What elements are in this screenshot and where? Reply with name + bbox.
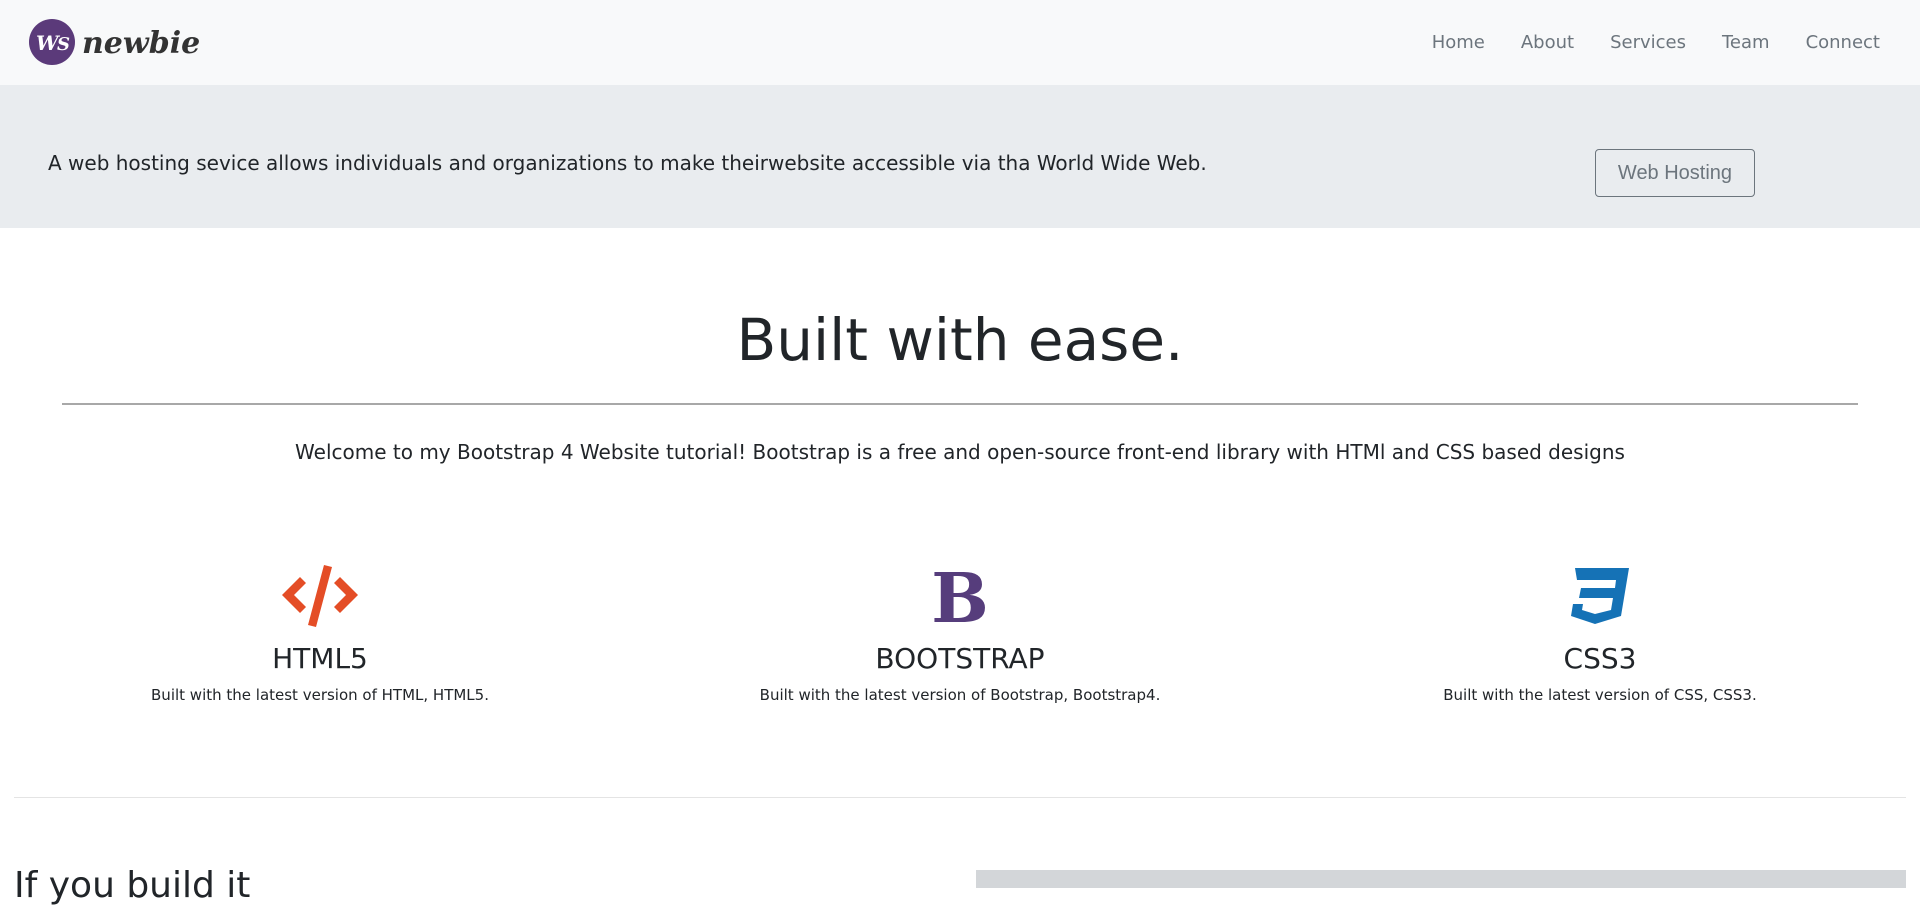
intro-lead: Welcome to my Bootstrap 4 Website tutori… — [295, 440, 1625, 464]
next-section-heading: If you build it — [14, 865, 251, 906]
divider — [62, 403, 1858, 405]
bootstrap-icon: B — [650, 560, 1270, 630]
nav-connect[interactable]: Connect — [1806, 32, 1880, 53]
feature-css3: CSS3 Built with the latest version of CS… — [1290, 560, 1910, 704]
image-placeholder — [976, 870, 1906, 888]
page-title: Built with ease. — [736, 306, 1184, 374]
navbar: W S newbie Home About Services Team Conn… — [0, 0, 1920, 85]
main-nav: Home About Services Team Connect — [1396, 0, 1880, 85]
svg-text:S: S — [57, 34, 70, 55]
nav-team[interactable]: Team — [1722, 32, 1770, 53]
brand-logo[interactable]: W S newbie — [28, 17, 203, 69]
banner-text: A web hosting sevice allows individuals … — [48, 151, 1207, 175]
feature-html5: HTML5 Built with the latest version of H… — [10, 560, 630, 704]
nav-about[interactable]: About — [1521, 32, 1574, 53]
svg-text:B: B — [934, 564, 986, 626]
nav-services[interactable]: Services — [1610, 32, 1686, 53]
feature-desc: Built with the latest version of Bootstr… — [759, 686, 1161, 704]
feature-desc: Built with the latest version of HTML, H… — [151, 686, 489, 704]
html5-code-icon — [10, 560, 630, 630]
nav-home[interactable]: Home — [1432, 32, 1485, 53]
svg-text:newbie: newbie — [82, 26, 200, 61]
feature-bootstrap: B BOOTSTRAP Built with the latest versio… — [650, 560, 1270, 704]
feature-desc: Built with the latest version of CSS, CS… — [1443, 686, 1757, 704]
web-hosting-button[interactable]: Web Hosting — [1595, 149, 1755, 197]
feature-title: HTML5 — [272, 642, 368, 675]
section-divider — [14, 797, 1906, 798]
feature-title: CSS3 — [1563, 642, 1637, 675]
css3-icon — [1290, 560, 1910, 630]
newbie-logo-icon: W S newbie — [29, 19, 200, 65]
feature-title: BOOTSTRAP — [875, 642, 1045, 675]
